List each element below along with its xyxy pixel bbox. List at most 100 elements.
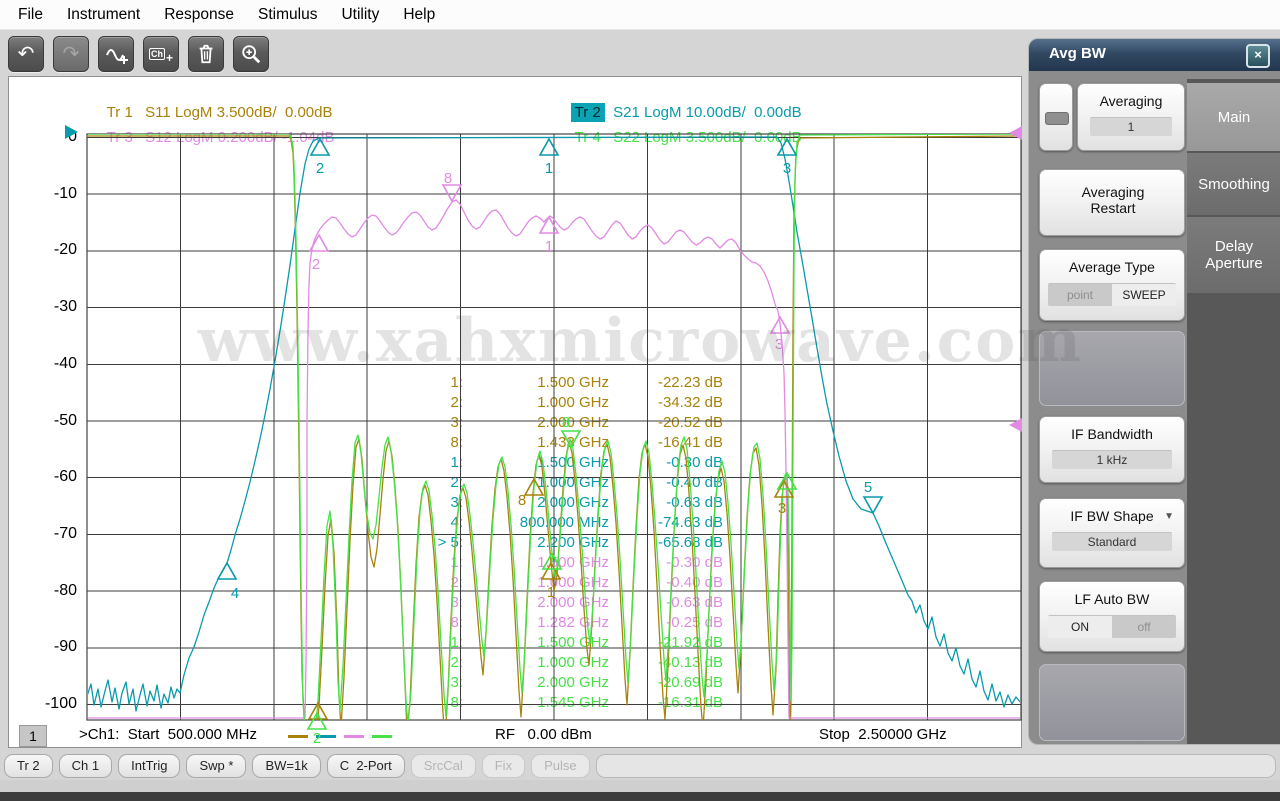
marker-table-row: 3:2.000 GHz-0.63 dB (431, 593, 723, 613)
statusbar-ch-1[interactable]: Ch 1 (59, 754, 112, 778)
menu-instrument[interactable]: Instrument (55, 1, 152, 29)
marker-triangle (771, 317, 789, 333)
marker-triangle (775, 481, 793, 497)
statusbar-srccal[interactable]: SrcCal (411, 754, 476, 778)
marker-table-row: 3:2.000 GHz-20.69 dB (431, 673, 723, 693)
lf-auto-bw-on-option[interactable]: ON (1048, 616, 1112, 638)
statusbar-message-area (596, 754, 1276, 778)
statusbar-swp-[interactable]: Swp * (186, 754, 246, 778)
bottom-status-bar: Tr 2Ch 1IntTrigSwp *BW=1k C 2-PortSrcCalF… (0, 752, 1280, 780)
marker-table-row: 1:1.500 GHz-21.92 dB (431, 633, 723, 653)
trace4-label[interactable]: Tr 4 S22 LogM 3.500dB/ 0.00dB (571, 129, 802, 146)
statusbar-c-2-port[interactable]: C 2-Port (327, 754, 405, 778)
zoom-in-icon (240, 43, 262, 65)
marker-number: 3 (775, 336, 783, 353)
menu-response[interactable]: Response (152, 1, 246, 29)
zoom-button[interactable] (233, 36, 269, 72)
add-trace-button[interactable] (98, 36, 134, 72)
y-axis-tick: -10 (35, 185, 77, 203)
average-type-point-option[interactable]: point (1048, 284, 1112, 306)
marker-table-row: 8:1.282 GHz-0.25 dB (431, 613, 723, 633)
add-channel-button[interactable]: Ch+ (143, 36, 179, 72)
statusbar-pulse[interactable]: Pulse (531, 754, 590, 778)
delete-button[interactable] (188, 36, 224, 72)
close-icon[interactable]: × (1246, 44, 1270, 68)
statusbar-bw-1k[interactable]: BW=1k (252, 754, 320, 778)
marker-table-row: 1:1.500 GHz-0.30 dB (431, 553, 723, 573)
add-channel-icon: Ch (149, 48, 165, 60)
marker-table-row: 3:2.000 GHz-0.63 dB (431, 493, 723, 513)
measurement-area[interactable]: Tr 1 S11 LogM 3.500dB/ 0.00dB Tr 2 S21 L… (8, 76, 1022, 748)
redo-button[interactable]: ↷ (53, 36, 89, 72)
marker-table-row: 2:1.000 GHz-0.40 dB (431, 473, 723, 493)
marker-number: 1 (545, 238, 553, 255)
panel-header[interactable]: Avg BW × (1029, 39, 1280, 71)
averaging-value: 1 (1090, 117, 1172, 136)
menu-help[interactable]: Help (391, 1, 447, 29)
lf-auto-bw-segmented: ON off (1048, 615, 1176, 638)
y-axis-tick: -40 (35, 355, 77, 373)
marker-number: 5 (864, 479, 872, 496)
statusbar-inttrig[interactable]: IntTrig (118, 754, 180, 778)
panel-tab-column: Main Smoothing Delay Aperture (1187, 79, 1280, 744)
marker-readout-table: 1:1.500 GHz-22.23 dB2:1.000 GHz-34.32 dB… (431, 373, 723, 713)
marker-table-row: 8:1.433 GHz-16.41 dB (431, 433, 723, 453)
reference-arrow-icon (1009, 418, 1022, 432)
tab-delay-aperture[interactable]: Delay Aperture (1187, 217, 1280, 293)
average-type-button[interactable]: Average Type point SWEEP (1039, 249, 1185, 321)
undo-button[interactable]: ↶ (8, 36, 44, 72)
trash-icon (195, 43, 217, 65)
if-bw-shape-button[interactable]: IF BW Shape ▼ Standard (1039, 498, 1185, 568)
statusbar-fix[interactable]: Fix (482, 754, 525, 778)
sweep-stop-label: Stop 2.50000 GHz (819, 726, 947, 743)
marker-table-row: 1:1.500 GHz-0.30 dB (431, 453, 723, 473)
undo-icon: ↶ (18, 41, 35, 66)
if-bw-shape-value: Standard (1052, 532, 1172, 551)
if-bandwidth-value: 1 kHz (1052, 450, 1172, 469)
statusbar-tr-2[interactable]: Tr 2 (4, 754, 53, 778)
menu-bar: FileInstrumentResponseStimulusUtilityHel… (0, 0, 1280, 30)
marker-number: 3 (783, 160, 791, 177)
menu-file[interactable]: File (6, 1, 55, 29)
marker-triangle (778, 473, 796, 489)
y-axis-tick: 0 (35, 128, 77, 146)
menu-stimulus[interactable]: Stimulus (246, 1, 329, 29)
bottom-strip (0, 780, 1280, 792)
y-axis-tick: -70 (35, 525, 77, 543)
marker-number: 8 (444, 170, 452, 187)
trace3-label[interactable]: Tr 3 S12 LogM 0.200dB/ -1.04dB (103, 129, 335, 146)
tab-main[interactable]: Main (1187, 83, 1280, 151)
chevron-down-icon: ▼ (1164, 511, 1174, 522)
empty-softkey-1 (1039, 331, 1185, 406)
marker-table-row: > 5:2.200 GHz-65.68 dB (431, 533, 723, 553)
lf-auto-bw-button[interactable]: LF Auto BW ON off (1039, 581, 1185, 652)
marker-triangle (443, 185, 461, 201)
averaging-restart-button[interactable]: Averaging Restart (1039, 169, 1185, 236)
average-type-segmented: point SWEEP (1048, 283, 1176, 306)
y-axis-tick: -80 (35, 582, 77, 600)
if-bandwidth-button[interactable]: IF Bandwidth 1 kHz (1039, 416, 1185, 483)
redo-icon: ↷ (63, 41, 80, 66)
empty-softkey-2 (1039, 664, 1185, 741)
tab-smoothing[interactable]: Smoothing (1187, 153, 1280, 215)
sweep-start-label: >Ch1: Start 500.000 MHz (79, 726, 257, 743)
menu-utility[interactable]: Utility (329, 1, 391, 29)
averaging-button[interactable]: Averaging 1 (1077, 83, 1185, 151)
averaging-toggle-button[interactable] (1039, 83, 1073, 151)
marker-number: 3 (778, 500, 786, 517)
y-axis-tick: -60 (35, 468, 77, 486)
marker-triangle (218, 563, 236, 579)
channel-number-box[interactable]: 1 (19, 725, 47, 747)
window-bottom-edge (0, 792, 1280, 801)
marker-number: 2 (312, 256, 320, 273)
trace-legend-row-2b: Tr 4 S22 LogM 3.500dB/ 0.00dB (554, 112, 802, 134)
avg-bw-panel: Avg BW × Averaging 1 Averaging Restart A… (1028, 38, 1280, 745)
legend-dash (372, 735, 392, 738)
average-type-sweep-option[interactable]: SWEEP (1112, 284, 1176, 306)
panel-title: Avg BW (1049, 45, 1106, 62)
marker-triangle (864, 497, 882, 513)
averaging-toggle-indicator (1045, 112, 1069, 125)
trace-legend-row-1b: Tr 2 S21 LogM 10.00dB/ 0.00dB (554, 87, 802, 109)
lf-auto-bw-off-option[interactable]: off (1112, 616, 1176, 638)
marker-table-row: 1:1.500 GHz-22.23 dB (431, 373, 723, 393)
